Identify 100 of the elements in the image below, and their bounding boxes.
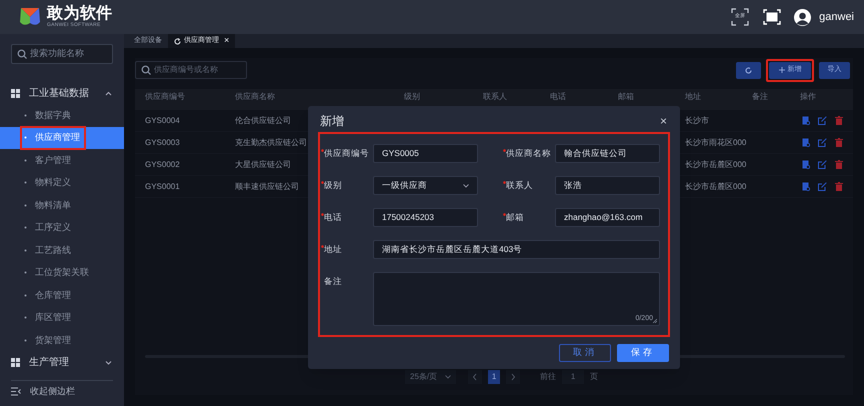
collapse-sidebar-button[interactable]: 收起侧边栏	[0, 380, 124, 402]
field-label: 供应商编号	[324, 144, 373, 163]
trash-icon[interactable]	[835, 182, 843, 191]
column-header: 级别	[404, 92, 421, 101]
chevron-down-icon	[463, 184, 469, 188]
close-button[interactable]: ×	[660, 112, 667, 130]
bullet-icon	[24, 271, 27, 274]
refresh-icon	[174, 38, 181, 44]
table-cell: GYS0003	[145, 138, 180, 146]
input-field[interactable]: 湖南省长沙市岳麓区岳麓大道403号	[373, 240, 660, 259]
goto-label: 前往	[540, 371, 556, 383]
search-field[interactable]: 供应商编号或名称	[135, 61, 247, 79]
chevron-left-icon[interactable]	[468, 370, 482, 384]
dialog-title: 新增	[320, 113, 345, 130]
document-icon[interactable]	[802, 160, 810, 169]
table-cell: 克生勤杰供应链公司	[235, 138, 307, 146]
bullet-icon	[24, 204, 27, 207]
table-cell: 顺丰速供应链公司	[235, 182, 299, 190]
search-field[interactable]: 搜索功能名称	[11, 44, 113, 64]
page-input[interactable]: 1	[562, 370, 584, 384]
trash-icon[interactable]	[835, 138, 843, 147]
bullet-icon	[24, 114, 27, 117]
page-unit: 页	[590, 371, 598, 383]
menu-item[interactable]: 物料定义	[0, 172, 124, 194]
column-header: 备注	[752, 92, 769, 101]
table-cell: GYS0004	[145, 116, 180, 124]
document-icon[interactable]	[802, 182, 810, 191]
edit-icon[interactable]	[818, 160, 827, 169]
logo-icon	[18, 6, 42, 28]
plus-icon	[778, 67, 784, 73]
field-label: 地址	[324, 240, 373, 259]
column-header: 地址	[685, 92, 702, 101]
cancel-button[interactable]: 取消	[559, 344, 611, 362]
trash-icon[interactable]	[835, 160, 843, 169]
column-header: 电话	[550, 92, 567, 101]
corners-icon	[731, 8, 750, 26]
column-header: 供应商编号	[145, 92, 186, 101]
resize-handle-icon[interactable]	[653, 319, 657, 323]
save-button[interactable]: 保存	[617, 344, 669, 362]
logo-title: 敢为软件	[47, 6, 113, 22]
bullet-icon	[24, 338, 27, 342]
bullet-icon	[24, 181, 27, 184]
menu-item[interactable]: 客户管理	[0, 149, 124, 172]
field-label: 备注	[324, 275, 343, 288]
fullscreen-icon[interactable]	[763, 9, 782, 25]
menu-item[interactable]: 物料清单	[0, 194, 124, 216]
bullet-icon	[24, 158, 27, 162]
column-header: 联系人	[483, 92, 508, 101]
bullet-icon	[24, 136, 27, 140]
menu-item[interactable]: 供应商管理	[0, 126, 124, 149]
avatar-icon[interactable]	[794, 8, 812, 26]
table-cell: 长沙市	[685, 116, 709, 124]
search-icon	[141, 65, 151, 75]
menu-item[interactable]: 工序定义	[0, 216, 124, 239]
menu-group-label: 工业基础数据	[29, 86, 90, 100]
username[interactable]: ganwei	[819, 8, 854, 26]
menu-item[interactable]: 仓库管理	[0, 284, 124, 306]
menu-item[interactable]: 工艺路线	[0, 239, 124, 262]
table-cell: 伦合供应链公司	[235, 116, 291, 124]
grid-icon	[11, 358, 20, 367]
field-label: 邮箱	[506, 208, 555, 227]
edit-icon[interactable]	[818, 138, 827, 147]
search-icon	[17, 49, 27, 59]
page-button[interactable]: 1	[488, 370, 500, 384]
input-field[interactable]: 17500245203	[373, 208, 478, 227]
menu-item[interactable]: 货架管理	[0, 329, 124, 352]
menu-group[interactable]: 生产管理	[0, 352, 124, 374]
refresh-icon	[745, 66, 752, 74]
field-label: 级别	[324, 176, 373, 195]
field-label: 电话	[324, 208, 373, 227]
collapse-icon	[11, 387, 21, 396]
search-placeholder: 供应商编号或名称	[154, 64, 218, 76]
input-field[interactable]: 翰合供应链公司	[555, 144, 660, 163]
bullet-icon	[24, 248, 27, 252]
table-cell: 长沙市雨花区000	[685, 138, 746, 146]
table-cell: 长沙市岳麓区000	[685, 160, 746, 168]
document-icon[interactable]	[802, 116, 810, 125]
edit-icon[interactable]	[818, 116, 827, 125]
bullet-icon	[24, 316, 27, 320]
column-header: 邮箱	[618, 92, 635, 101]
close-tab-button[interactable]: ×	[224, 34, 230, 48]
menu-item[interactable]: 库区管理	[0, 306, 124, 329]
input-field[interactable]: GYS0005	[373, 144, 478, 163]
input-field[interactable]: zhanghao@163.com	[555, 208, 660, 227]
column-header: 供应商名称	[235, 92, 276, 101]
table-cell: GYS0002	[145, 160, 180, 168]
edit-icon[interactable]	[818, 182, 827, 191]
menu-group[interactable]: 工业基础数据	[0, 82, 124, 104]
menu-item[interactable]: 数据字典	[0, 104, 124, 126]
chevron-down-icon	[445, 375, 452, 379]
menu-item[interactable]: 工位货架关联	[0, 262, 124, 284]
document-icon[interactable]	[802, 138, 810, 147]
trash-icon[interactable]	[835, 116, 843, 125]
page-size-select[interactable]: 25条/页	[405, 370, 456, 384]
refresh-button[interactable]	[736, 62, 761, 78]
table-cell: 大星供应链公司	[235, 160, 291, 168]
column-header: 操作	[800, 92, 817, 101]
select-field[interactable]: 一级供应商	[373, 176, 478, 195]
chevron-right-icon[interactable]	[506, 370, 520, 384]
input-field[interactable]: 张浩	[555, 176, 660, 195]
